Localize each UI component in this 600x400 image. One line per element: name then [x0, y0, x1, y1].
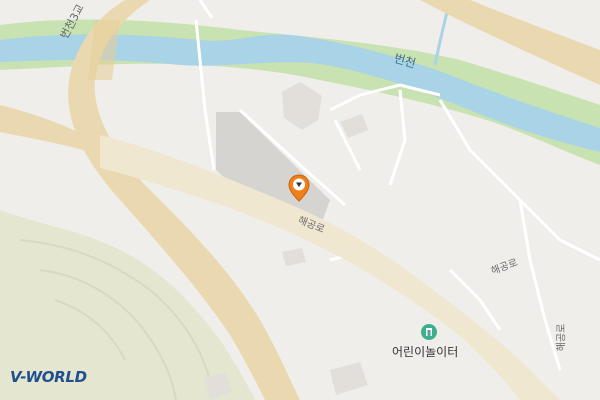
playground-icon[interactable] [421, 324, 437, 340]
provider-logo: V-WORLD [10, 368, 87, 386]
road-label-haegong-vertical: 해공로 [556, 323, 568, 352]
map-view[interactable]: 번천3교 번천 해공로 해공로 해공로 어린이놀이터 V-WORLD [0, 0, 600, 400]
location-pin-icon[interactable] [288, 174, 310, 202]
building [340, 114, 368, 138]
building [330, 362, 368, 395]
building [282, 82, 322, 130]
building [282, 248, 306, 266]
poi-label-playground[interactable]: 어린이놀이터 [392, 343, 458, 360]
